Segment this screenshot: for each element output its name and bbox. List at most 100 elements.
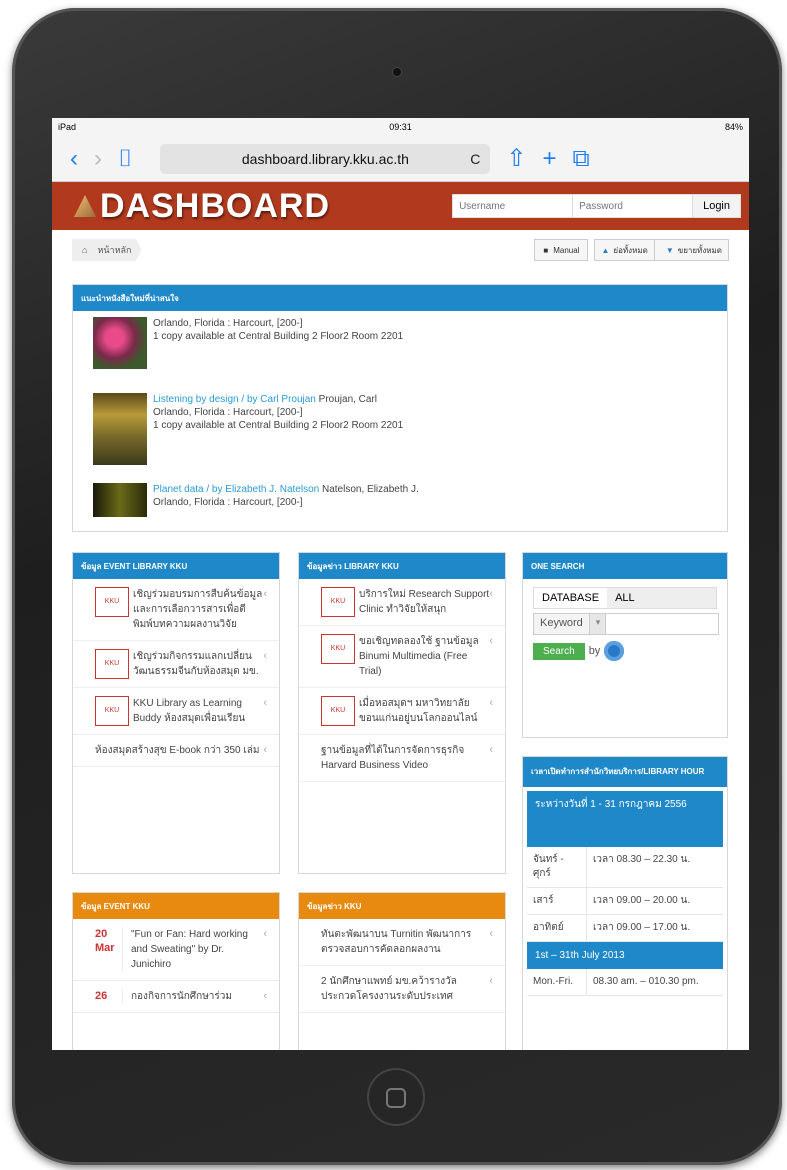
book-title-link[interactable]: Listening by design / by Carl Proujan [153,394,316,405]
book-publisher: Orlando, Florida : Harcourt, [200-] [153,318,303,329]
list-item-text: ขอเชิญทดลองใช้ ฐานข้อมูล Binumi Multimed… [359,636,479,677]
expand-collapse-group: ▲ ย่อทั้งหมด ▼ ขยายทั้งหมด [594,239,729,261]
list-item[interactable]: ฐานข้อมูลที่ได้ในการจัดการธุรกิจ Harvard… [299,735,505,782]
device-label: iPad [58,122,77,132]
list-item-text: ทันตะพัฒนาบน Turnitin พัฒนาการตรวจสอบการ… [321,929,472,955]
list-item[interactable]: KKU เชิญร่วมอบรมการสืบค้นข้อมูลและการเลือ… [73,579,279,641]
expand-all-label: ขยายทั้งหมด [677,245,722,255]
url-text: dashboard.library.kku.ac.th [241,150,409,167]
chevron-left-icon: ‹ [489,928,493,940]
bookmarks-icon[interactable]: ⌷ [118,145,132,173]
tabs-icon[interactable]: ⧉ [573,145,590,173]
news-kku-panel: ข้อมูลข่าว KKU ทันตะพัฒนาบน Turnitin พัฒ… [298,892,506,1050]
password-input[interactable] [573,195,694,217]
safari-toolbar: ‹ › ⌷ dashboard.library.kku.ac.th C ⇧ + … [52,136,749,182]
hours-row: จันทร์ - ศุกร์ เวลา 08.30 – 22.30 น. [527,847,723,888]
list-item-text: ฐานข้อมูลที่ได้ในการจัดการธุรกิจ Harvard… [321,745,465,771]
list-item[interactable]: KKU ขอเชิญทดลองใช้ ฐานข้อมูล Binumi Multi… [299,626,505,688]
kku-logo-icon: KKU [95,587,129,617]
address-bar[interactable]: dashboard.library.kku.ac.th C [160,143,491,174]
new-books-panel: แนะนำหนังสือใหม่ที่น่าสนใจ Orlando, Flor… [72,284,728,532]
username-input[interactable] [453,195,574,217]
panel-title[interactable]: แนะนำหนังสือใหม่ที่น่าสนใจ [73,285,727,311]
clock: 09:31 [389,122,412,132]
hours-row: อาทิตย์ เวลา 09.00 – 17.00 น. [527,915,723,942]
book-publisher: Orlando, Florida : Harcourt, [200-] [153,497,303,508]
chevron-left-icon: ‹ [489,635,493,647]
database-value[interactable]: ALL [607,588,716,608]
list-item-text: บริการใหม่ Research Support Clinic ทำวิจ… [359,589,490,615]
search-row: Search by [533,641,717,661]
search-button[interactable]: Search [533,642,585,660]
list-item[interactable]: KKU บริการใหม่ Research Support Clinic ทำ… [299,579,505,626]
hours-period-english: 1st – 31th July 2013 [527,942,723,969]
chevron-left-icon: ‹ [263,928,267,940]
news-library-panel: ข้อมูลข่าว LIBRARY KKU KKU บริการใหม่ Res… [298,552,506,874]
logo-text: DASHBOARD [100,186,330,225]
list-item[interactable]: 2 นักศึกษาแพทย์ มข.คว้ารางวัลประกวดโครงง… [299,966,505,1013]
database-label: DATABASE [534,588,608,608]
list-item-text: KKU Library as Learning Buddy ห้องสมุดเพ… [133,698,246,724]
expand-all-button[interactable]: ▼ ขยายทั้งหมด [660,240,728,260]
new-tab-icon[interactable]: + [543,145,557,173]
front-camera [393,68,401,76]
list-item-text: "Fun or Fan: Hard working and Sweating" … [131,929,248,970]
site-logo[interactable]: DASHBOARD [74,187,330,226]
login-button[interactable]: Login [693,195,740,217]
kku-logo-icon: KKU [321,696,355,726]
list-item[interactable]: KKU เมื่อหอสมุดฯ มหาวิทยาลัยขอนแก่นอยู่บน… [299,688,505,735]
provider-logo-icon [604,641,625,661]
caret-down-icon: ▼ [665,245,674,255]
keyword-field[interactable]: Keyword ▾ [533,613,719,635]
back-icon[interactable]: ‹ [70,145,78,173]
library-hours-panel: เวลาเปิดทำการสำนักวิทยบริการ/LIBRARY HOU… [522,756,728,1050]
panel-title[interactable]: ข้อมูลข่าว LIBRARY KKU [299,553,505,579]
panel-title[interactable]: ข้อมูลข่าว KKU [299,893,505,919]
by-label: by [588,645,601,657]
chevron-left-icon: ‹ [489,588,493,600]
hours-day: อาทิตย์ [527,915,587,941]
panel-title[interactable]: ONE SEARCH [523,553,727,579]
forward-icon[interactable]: › [94,145,102,173]
book-publisher: Orlando, Florida : Harcourt, [200-] [153,407,303,418]
list-item[interactable]: KKU KKU Library as Learning Buddy ห้องสมุ… [73,688,279,735]
book-title-link[interactable]: Planet data / by Elizabeth J. Natelson [153,484,319,495]
list-item-text: เชิญร่วมกิจกรรมแลกเปลี่ยนวัฒนธรรมจีนกับห… [133,651,259,677]
site-header: DASHBOARD Login [52,182,749,230]
book-cover-image[interactable] [93,317,147,369]
chevron-down-icon[interactable]: ▾ [589,614,606,634]
event-month: Mar [95,942,115,954]
breadcrumb-current[interactable]: หน้าหลัก [97,243,131,257]
hours-day: เสาร์ [527,888,587,914]
list-item[interactable]: 20 Mar "Fun or Fan: Hard working and Sweat… [73,919,279,981]
status-bar: iPad 09:31 84% [52,118,749,136]
hours-period-thai: ระหว่างวันที่ 1 - 31 กรกฎาคม 2556 [527,791,723,847]
book-availability: 1 copy available at Central Building 2 F… [153,331,404,342]
list-item-text: เชิญร่วมอบรมการสืบค้นข้อมูลและการเลือกวา… [133,589,263,630]
share-icon[interactable]: ⇧ [506,144,526,173]
home-icon[interactable]: ⌂ [82,245,87,255]
kku-logo-icon: KKU [95,649,129,679]
hours-time: เวลา 09.00 – 20.00 น. [593,895,691,906]
event-kku-panel: ข้อมูล EVENT KKU 20 Mar "Fun or Fan: Hard … [72,892,280,1050]
book-icon: ■ [543,245,549,255]
manual-button[interactable]: ■ Manual [534,239,589,261]
panel-title[interactable]: ข้อมูล EVENT LIBRARY KKU [73,553,279,579]
keyword-select[interactable]: Keyword [534,614,590,634]
panel-title[interactable]: เวลาเปิดทำการสำนักวิทยบริการ/LIBRARY HOU… [523,757,727,787]
list-item[interactable]: ทันตะพัฒนาบน Turnitin พัฒนาการตรวจสอบการ… [299,919,505,966]
event-day: 20 [95,928,108,940]
database-selector[interactable]: DATABASE ALL [533,587,717,609]
one-search-panel: ONE SEARCH DATABASE ALL Keyword ▾ Search… [522,552,728,738]
list-item[interactable]: 26 กองกิจการนักศึกษาร่วม ‹ [73,981,279,1013]
book-cover-image[interactable] [93,393,147,465]
reload-icon[interactable]: C [470,151,480,167]
list-item[interactable]: ห้องสมุดสร้างสุข E-book กว่า 350 เล่ม ‹ [73,735,279,767]
list-item[interactable]: KKU เชิญร่วมกิจกรรมแลกเปลี่ยนวัฒนธรรมจีนก… [73,641,279,688]
chevron-left-icon: ‹ [263,650,267,662]
home-button-square-icon [386,1088,406,1108]
collapse-all-button[interactable]: ▲ ย่อทั้งหมด [595,240,655,260]
book-cover-image[interactable] [93,483,147,517]
panel-title[interactable]: ข้อมูล EVENT KKU [73,893,279,919]
hours-row: Mon.-Fri. 08.30 am. – 010.30 pm. [527,969,723,996]
